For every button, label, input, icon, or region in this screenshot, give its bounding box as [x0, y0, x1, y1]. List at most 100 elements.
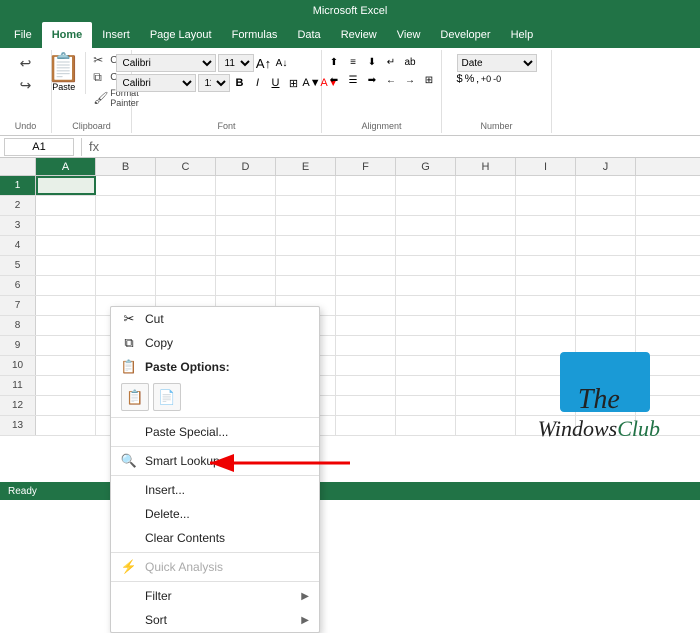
cut-ctx-label: Cut — [145, 312, 309, 326]
copy-ctx-icon: ⧉ — [121, 335, 137, 351]
col-header-a[interactable]: A — [36, 158, 96, 175]
col-header-f[interactable]: F — [336, 158, 396, 175]
table-row: 8 — [0, 316, 700, 336]
delete-ctx-icon — [121, 506, 137, 522]
cell-h1[interactable] — [456, 176, 516, 195]
paste-options-row: 📋 📄 — [111, 379, 319, 415]
border-button[interactable]: ⊞ — [286, 75, 302, 91]
fill-color-button[interactable]: A▼ — [304, 75, 320, 91]
font-name-select[interactable]: Calibri — [116, 54, 216, 72]
percent-button[interactable]: % — [465, 73, 475, 85]
undo-button[interactable]: ↩ — [14, 52, 38, 74]
tab-home[interactable]: Home — [42, 22, 93, 48]
undo-icon: ↩ — [17, 54, 35, 72]
col-header-c[interactable]: C — [156, 158, 216, 175]
row-num-9: 9 — [0, 336, 36, 355]
col-header-e[interactable]: E — [276, 158, 336, 175]
tab-file[interactable]: File — [4, 22, 42, 48]
context-menu-sort[interactable]: Sort ▶ — [111, 608, 319, 632]
decrease-font-button[interactable]: A↓ — [274, 55, 290, 71]
tab-developer[interactable]: Developer — [430, 22, 500, 48]
context-menu-delete[interactable]: Delete... — [111, 502, 319, 526]
align-right-button[interactable]: ➡ — [363, 72, 381, 88]
decrease-decimal-button[interactable]: -0 — [493, 74, 501, 84]
watermark-the: The — [538, 384, 660, 416]
ribbon: ↩ ↪ Undo 📋 Paste ✂ Cut ⧉ — [0, 48, 700, 136]
formula-input[interactable] — [103, 141, 696, 153]
bold-button[interactable]: B — [232, 75, 248, 91]
cell-i1[interactable] — [516, 176, 576, 195]
cell-f1[interactable] — [336, 176, 396, 195]
copy-icon: ⧉ — [93, 70, 107, 85]
context-menu-paste-options-header: 📋 Paste Options: — [111, 355, 319, 379]
name-box[interactable] — [4, 138, 74, 156]
number-group-label: Number — [480, 121, 512, 131]
wrap-text-button[interactable]: ↵ — [382, 54, 400, 70]
underline-button[interactable]: U — [268, 75, 284, 91]
cell-j1[interactable] — [576, 176, 636, 195]
tab-insert[interactable]: Insert — [92, 22, 140, 48]
tab-review[interactable]: Review — [331, 22, 387, 48]
title-bar-title: Microsoft Excel — [8, 5, 692, 17]
tab-help[interactable]: Help — [501, 22, 544, 48]
cell-c1[interactable] — [156, 176, 216, 195]
font-size-select2[interactable]: 11 — [198, 74, 230, 92]
tab-formulas[interactable]: Formulas — [222, 22, 288, 48]
col-header-d[interactable]: D — [216, 158, 276, 175]
align-top-button[interactable]: ⬆ — [325, 54, 343, 70]
cell-a1[interactable] — [36, 176, 96, 195]
row-num-8: 8 — [0, 316, 36, 335]
ribbon-tabs: File Home Insert Page Layout Formulas Da… — [0, 22, 700, 48]
indent-increase-button[interactable]: → — [401, 72, 419, 88]
sort-ctx-label: Sort — [145, 613, 293, 627]
col-header-b[interactable]: B — [96, 158, 156, 175]
delete-ctx-label: Delete... — [145, 507, 309, 521]
paste-button[interactable]: 📋 Paste — [42, 52, 86, 94]
paste-opt-formatting-button[interactable]: 📄 — [153, 383, 181, 411]
col-header-h[interactable]: H — [456, 158, 516, 175]
comma-button[interactable]: ‚ — [476, 73, 478, 85]
cell-g1[interactable] — [396, 176, 456, 195]
col-header-j[interactable]: J — [576, 158, 636, 175]
context-menu-clear-contents[interactable]: Clear Contents — [111, 526, 319, 550]
table-row: 3 — [0, 216, 700, 236]
cut-icon: ✂ — [93, 53, 107, 67]
row-num-11: 11 — [0, 376, 36, 395]
align-bottom-button[interactable]: ⬇ — [363, 54, 381, 70]
number-format-select[interactable]: Date — [457, 54, 537, 72]
cell-e1[interactable] — [276, 176, 336, 195]
context-menu-copy[interactable]: ⧉ Copy — [111, 331, 319, 355]
increase-font-button[interactable]: A↑ — [256, 55, 272, 71]
tab-view[interactable]: View — [387, 22, 431, 48]
paste-opt-values-button[interactable]: 📋 — [121, 383, 149, 411]
increase-decimal-button[interactable]: +0 — [481, 74, 491, 84]
align-center-button[interactable]: ☰ — [344, 72, 362, 88]
font-size-select[interactable]: 11 — [218, 54, 254, 72]
cell-d1[interactable] — [216, 176, 276, 195]
align-left-button[interactable]: ⬅ — [325, 72, 343, 88]
row-num-7: 7 — [0, 296, 36, 315]
col-header-g[interactable]: G — [396, 158, 456, 175]
context-menu-paste-special[interactable]: Paste Special... — [111, 420, 319, 444]
redo-button[interactable]: ↪ — [14, 74, 38, 96]
cell-b1[interactable] — [96, 176, 156, 195]
align-middle-button[interactable]: ≡ — [344, 54, 362, 70]
merge-button[interactable]: ⊞ — [420, 72, 438, 88]
row-num-3: 3 — [0, 216, 36, 235]
quick-analysis-icon: ⚡ — [121, 559, 137, 575]
context-menu-filter[interactable]: Filter ▶ — [111, 584, 319, 608]
currency-button[interactable]: $ — [457, 73, 463, 85]
orientation-button[interactable]: ab — [401, 54, 419, 70]
alignment-group-label: Alignment — [361, 121, 401, 131]
ribbon-group-alignment: ⬆ ≡ ⬇ ↵ ab ⬅ ☰ ➡ ← → ⊞ Alignment — [322, 50, 442, 133]
row-header-spacer — [0, 158, 36, 175]
indent-decrease-button[interactable]: ← — [382, 72, 400, 88]
fx-label[interactable]: fx — [89, 139, 99, 154]
quick-analysis-label: Quick Analysis — [145, 560, 309, 574]
col-header-i[interactable]: I — [516, 158, 576, 175]
tab-page-layout[interactable]: Page Layout — [140, 22, 222, 48]
italic-button[interactable]: I — [250, 75, 266, 91]
font-name-select2[interactable]: Calibri — [116, 74, 196, 92]
context-menu-cut[interactable]: ✂ Cut — [111, 307, 319, 331]
tab-data[interactable]: Data — [287, 22, 330, 48]
